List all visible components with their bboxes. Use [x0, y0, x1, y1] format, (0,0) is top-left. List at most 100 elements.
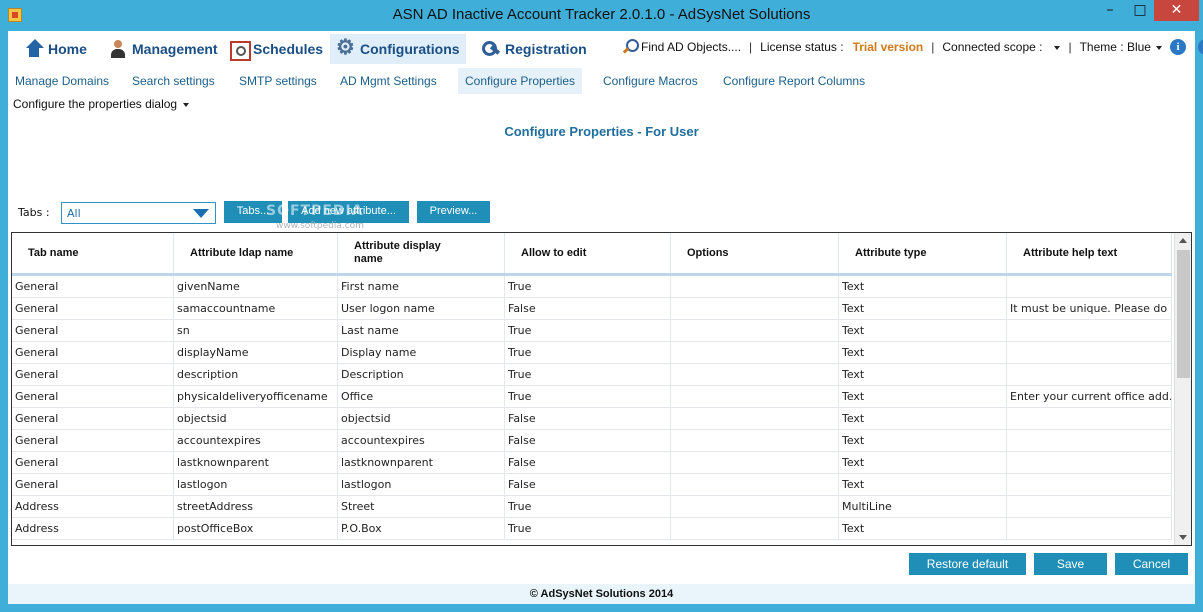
column-header[interactable]: Options [671, 233, 839, 273]
close-button[interactable]: ✕ [1154, 0, 1199, 21]
theme-dropdown[interactable]: Theme : Blue [1080, 40, 1162, 54]
table-cell[interactable] [1007, 452, 1172, 473]
column-header[interactable]: Allow to edit [505, 233, 671, 273]
table-row[interactable]: General samaccountname User logon name Fals… [12, 298, 1172, 320]
table-cell[interactable]: objectsid [338, 408, 505, 429]
table-cell[interactable]: True [505, 276, 671, 297]
table-cell[interactable]: General [12, 386, 174, 407]
table-cell[interactable] [1007, 518, 1172, 539]
table-cell[interactable]: Text [839, 320, 1007, 341]
table-cell[interactable]: Office [338, 386, 505, 407]
table-cell[interactable]: Text [839, 408, 1007, 429]
table-cell[interactable]: description [174, 364, 338, 385]
table-cell[interactable]: False [505, 474, 671, 495]
tabs-button[interactable]: Tabs... [224, 201, 282, 223]
table-cell[interactable]: lastlogon [338, 474, 505, 495]
table-cell[interactable] [671, 342, 839, 363]
table-cell[interactable]: First name [338, 276, 505, 297]
table-row[interactable]: Address streetAddress Street True MultiLine [12, 496, 1172, 518]
table-cell[interactable]: Text [839, 342, 1007, 363]
table-cell[interactable]: General [12, 474, 174, 495]
table-cell[interactable]: False [505, 408, 671, 429]
table-cell[interactable]: Text [839, 430, 1007, 451]
table-row[interactable]: Address postOfficeBox P.O.Box True Text [12, 518, 1172, 540]
table-cell[interactable]: samaccountname [174, 298, 338, 319]
table-cell[interactable]: General [12, 276, 174, 297]
table-row[interactable]: General accountexpires accountexpires False… [12, 430, 1172, 452]
table-cell[interactable]: Display name [338, 342, 505, 363]
connected-scope-dropdown[interactable]: Connected scope : [942, 40, 1061, 54]
table-cell[interactable]: General [12, 430, 174, 451]
vertical-scrollbar[interactable] [1174, 233, 1191, 545]
table-cell[interactable] [671, 496, 839, 517]
table-cell[interactable] [671, 452, 839, 473]
table-cell[interactable]: streetAddress [174, 496, 338, 517]
tab-ad-mgmt-settings[interactable]: AD Mgmt Settings [333, 68, 444, 94]
scroll-thumb[interactable] [1177, 250, 1190, 378]
table-cell[interactable] [671, 474, 839, 495]
table-cell[interactable]: General [12, 320, 174, 341]
table-cell[interactable]: General [12, 298, 174, 319]
scroll-up-icon[interactable] [1179, 238, 1187, 243]
table-cell[interactable] [671, 320, 839, 341]
table-cell[interactable] [1007, 474, 1172, 495]
table-cell[interactable]: Description [338, 364, 505, 385]
tab-configure-macros[interactable]: Configure Macros [596, 68, 705, 94]
table-cell[interactable]: False [505, 298, 671, 319]
tab-search-settings[interactable]: Search settings [125, 68, 222, 94]
minimize-button[interactable]: – [1095, 0, 1125, 21]
table-cell[interactable]: accountexpires [174, 430, 338, 451]
tab-manage-domains[interactable]: Manage Domains [8, 68, 116, 94]
table-cell[interactable]: True [505, 518, 671, 539]
restore-default-button[interactable]: Restore default [909, 553, 1026, 575]
table-cell[interactable] [1007, 430, 1172, 451]
table-cell[interactable]: False [505, 430, 671, 451]
dialog-selector[interactable]: Configure the properties dialog [13, 97, 190, 111]
table-cell[interactable]: givenName [174, 276, 338, 297]
table-cell[interactable]: Text [839, 364, 1007, 385]
table-cell[interactable]: P.O.Box [338, 518, 505, 539]
table-cell[interactable]: postOfficeBox [174, 518, 338, 539]
table-row[interactable]: General displayName Display name True Text [12, 342, 1172, 364]
table-cell[interactable] [1007, 320, 1172, 341]
table-cell[interactable]: Text [839, 298, 1007, 319]
table-cell[interactable]: User logon name [338, 298, 505, 319]
table-cell[interactable]: False [505, 452, 671, 473]
scroll-down-icon[interactable] [1179, 535, 1187, 540]
license-status-value[interactable]: Trial version [853, 40, 924, 54]
table-cell[interactable]: Text [839, 452, 1007, 473]
table-cell[interactable]: General [12, 408, 174, 429]
save-button[interactable]: Save [1034, 553, 1107, 575]
info-icon[interactable]: i [1169, 39, 1186, 55]
tab-smtp-settings[interactable]: SMTP settings [232, 68, 324, 94]
table-cell[interactable]: Text [839, 474, 1007, 495]
find-ad-objects-link[interactable]: Find AD Objects.... [641, 40, 741, 54]
cancel-button[interactable]: Cancel [1115, 553, 1188, 575]
table-cell[interactable]: True [505, 364, 671, 385]
table-cell[interactable]: It must be unique. Please do ... [1007, 298, 1172, 319]
table-row[interactable]: General objectsid objectsid False Text [12, 408, 1172, 430]
table-cell[interactable]: Address [12, 496, 174, 517]
column-header[interactable]: Attribute ldap name [174, 233, 338, 273]
table-cell[interactable]: True [505, 342, 671, 363]
table-cell[interactable]: Address [12, 518, 174, 539]
table-cell[interactable]: accountexpires [338, 430, 505, 451]
tab-configure-report-columns[interactable]: Configure Report Columns [716, 68, 872, 94]
table-row[interactable]: General sn Last name True Text [12, 320, 1172, 342]
column-header[interactable]: Attribute help text [1007, 233, 1172, 273]
table-cell[interactable]: General [12, 342, 174, 363]
table-cell[interactable]: Last name [338, 320, 505, 341]
add-new-attribute-button[interactable]: Add new attribute... [288, 201, 409, 223]
table-row[interactable]: General givenName First name True Text [12, 276, 1172, 298]
table-cell[interactable]: Text [839, 276, 1007, 297]
menu-management[interactable]: Management [102, 34, 224, 64]
table-cell[interactable] [1007, 276, 1172, 297]
column-header[interactable]: Attribute type [839, 233, 1007, 273]
table-cell[interactable]: Enter your current office add... [1007, 386, 1172, 407]
table-cell[interactable]: MultiLine [839, 496, 1007, 517]
table-cell[interactable]: physicaldeliveryofficename [174, 386, 338, 407]
table-cell[interactable] [671, 298, 839, 319]
table-row[interactable]: General physicaldeliveryofficename Office T… [12, 386, 1172, 408]
table-row[interactable]: General lastknownparent lastknownparent Fal… [12, 452, 1172, 474]
table-cell[interactable] [1007, 342, 1172, 363]
